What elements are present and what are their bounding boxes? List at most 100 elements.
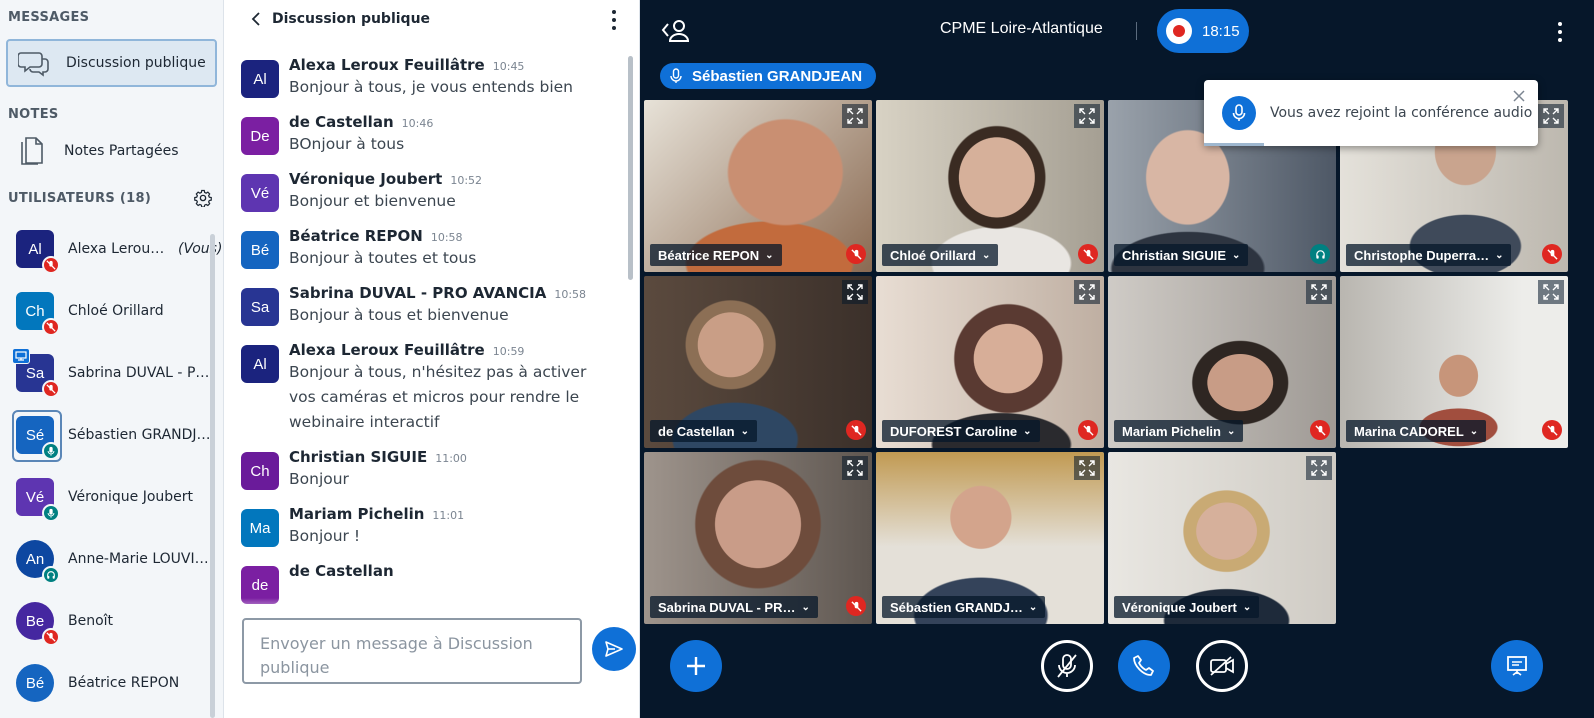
send-button[interactable] <box>592 627 636 671</box>
fullscreen-icon[interactable] <box>1538 104 1564 128</box>
user-item[interactable]: Sé Sébastien GRANDJE… <box>0 404 223 466</box>
participant-label[interactable]: Chloé Orillard ⌄ <box>882 244 999 266</box>
participant-label[interactable]: de Castellan ⌄ <box>650 420 757 442</box>
participant-label[interactable]: Marina CADOREL ⌄ <box>1346 420 1487 442</box>
avatar: Sa <box>12 348 60 398</box>
user-item[interactable]: An Anne-Marie LOUVIG… <box>0 528 223 590</box>
muted-mic-icon <box>1078 244 1098 264</box>
fullscreen-icon[interactable] <box>1074 104 1100 128</box>
shared-notes-item[interactable]: Notes Partagées <box>0 128 223 174</box>
participant-label[interactable]: DUFOREST Caroline ⌄ <box>882 420 1040 442</box>
video-tile[interactable]: DUFOREST Caroline ⌄ <box>876 276 1104 448</box>
message-time: 10:58 <box>430 231 463 244</box>
fullscreen-icon[interactable] <box>842 280 868 304</box>
toast-message: Vous avez rejoint la conférence audio <box>1270 105 1533 121</box>
message-author: de Castellan <box>289 113 394 131</box>
notes-icon <box>14 135 50 167</box>
message-author: Mariam Pichelin <box>289 505 425 523</box>
participant-label[interactable]: Christophe Duperra… ⌄ <box>1346 244 1512 266</box>
avatar: Ma <box>241 509 279 547</box>
phone-icon <box>1133 655 1154 676</box>
video-tile[interactable]: de Castellan ⌄ <box>644 276 872 448</box>
fullscreen-icon[interactable] <box>842 104 868 128</box>
presentation-button[interactable] <box>1491 640 1543 692</box>
message-list: Al Alexa Leroux Feuillâtre 10:45 Bonjour à… <box>224 50 624 610</box>
close-icon[interactable] <box>1512 88 1528 104</box>
user-name: Sabrina DUVAL - PR… <box>68 365 218 381</box>
conference-area: CPME Loire-Atlantique 18:15 Sébastien GR… <box>640 0 1594 718</box>
mic-icon <box>668 68 684 84</box>
user-item[interactable]: Al Alexa Leroux … (Vous) <box>0 218 223 280</box>
muted-mic-icon <box>846 420 866 440</box>
fullscreen-icon[interactable] <box>1074 456 1100 480</box>
participant-label[interactable]: Mariam Pichelin ⌄ <box>1114 420 1244 442</box>
video-tile[interactable]: Béatrice REPON ⌄ <box>644 100 872 272</box>
gear-icon[interactable] <box>193 188 213 208</box>
participant-label[interactable]: Béatrice REPON ⌄ <box>650 244 782 266</box>
user-item[interactable]: Vé Véronique Joubert <box>0 466 223 528</box>
leave-audio-button[interactable] <box>1118 640 1170 692</box>
fullscreen-icon[interactable] <box>1538 280 1564 304</box>
headphones-icon <box>42 566 60 584</box>
recording-button[interactable]: 18:15 <box>1157 9 1249 53</box>
user-name: Alexa Leroux … <box>68 241 172 257</box>
fullscreen-icon[interactable] <box>1074 280 1100 304</box>
video-tile[interactable]: Marina CADOREL ⌄ <box>1340 276 1568 448</box>
fullscreen-icon[interactable] <box>842 456 868 480</box>
message-text: Bonjour <box>289 470 349 488</box>
public-chat-item[interactable]: Discussion publique <box>6 39 217 87</box>
user-name: Sébastien GRANDJE… <box>68 427 218 443</box>
user-list-toggle-icon[interactable] <box>660 18 690 44</box>
user-item[interactable]: Bé Béatrice REPON <box>0 652 223 714</box>
you-label: (Vous) <box>178 241 223 257</box>
message-text: Bonjour à tous et bienvenue <box>289 306 509 324</box>
muted-mic-icon <box>42 318 60 336</box>
video-tile[interactable]: Chloé Orillard ⌄ <box>876 100 1104 272</box>
app-root: MESSAGES Discussion publique NOTES Notes… <box>0 0 1594 718</box>
user-item[interactable]: Be Benoît <box>0 590 223 652</box>
chat-message: Sa Sabrina DUVAL - PRO AVANCIA 10:58 Bonjo… <box>224 278 624 335</box>
video-tile[interactable]: Véronique Joubert ⌄ <box>1108 452 1336 624</box>
send-icon <box>605 641 623 657</box>
avatar: Vé <box>241 174 279 212</box>
avatar: Al <box>241 60 279 98</box>
chat-title[interactable]: Discussion publique <box>272 11 430 27</box>
message-text: Bonjour et bienvenue <box>289 192 456 210</box>
participant-label[interactable]: Véronique Joubert ⌄ <box>1114 596 1260 618</box>
participant-label[interactable]: Sébastien GRANDJ… ⌄ <box>882 596 1046 618</box>
mute-button[interactable] <box>1041 640 1093 692</box>
avatar: Ch <box>241 452 279 490</box>
options-icon[interactable] <box>1558 22 1564 42</box>
muted-mic-icon <box>1310 420 1330 440</box>
toast-progress <box>1204 143 1264 146</box>
video-tile[interactable]: Mariam Pichelin ⌄ <box>1108 276 1336 448</box>
participant-label[interactable]: Christian SIGUIE ⌄ <box>1114 244 1249 266</box>
actions-button[interactable] <box>670 640 722 692</box>
user-name: Benoît <box>68 613 114 629</box>
messages-section-title: MESSAGES <box>8 10 90 25</box>
message-author: Alexa Leroux Feuillâtre <box>289 56 485 74</box>
user-list-scrollbar[interactable] <box>210 234 215 718</box>
message-author: Sabrina DUVAL - PRO AVANCIA <box>289 284 547 302</box>
public-chat-label: Discussion publique <box>66 55 206 71</box>
fullscreen-icon[interactable] <box>1306 280 1332 304</box>
message-author: de Castellan <box>289 562 394 580</box>
talking-indicator[interactable]: Sébastien GRANDJEAN <box>660 63 877 89</box>
video-tile[interactable]: Sabrina DUVAL - PR… ⌄ <box>644 452 872 624</box>
message-text: Bonjour à tous, je vous entends bien <box>289 78 573 96</box>
user-item[interactable]: Ch Chloé Orillard <box>0 280 223 342</box>
avatar: Ch <box>16 292 60 336</box>
video-tile[interactable]: Sébastien GRANDJ… ⌄ <box>876 452 1104 624</box>
chevron-left-icon[interactable] <box>248 11 264 27</box>
share-webcam-button[interactable] <box>1196 640 1248 692</box>
muted-mic-icon <box>42 256 60 274</box>
avatar: Sa <box>241 288 279 326</box>
fullscreen-icon[interactable] <box>1306 456 1332 480</box>
avatar: Bé <box>16 664 54 702</box>
chat-options-icon[interactable] <box>609 10 619 30</box>
chat-scrollbar[interactable] <box>628 56 633 280</box>
users-header: UTILISATEURS (18) <box>0 174 223 218</box>
message-input[interactable]: Envoyer un message à Discussion publique <box>242 618 582 684</box>
user-item[interactable]: Sa Sabrina DUVAL - PR… <box>0 342 223 404</box>
participant-label[interactable]: Sabrina DUVAL - PR… ⌄ <box>650 596 818 618</box>
